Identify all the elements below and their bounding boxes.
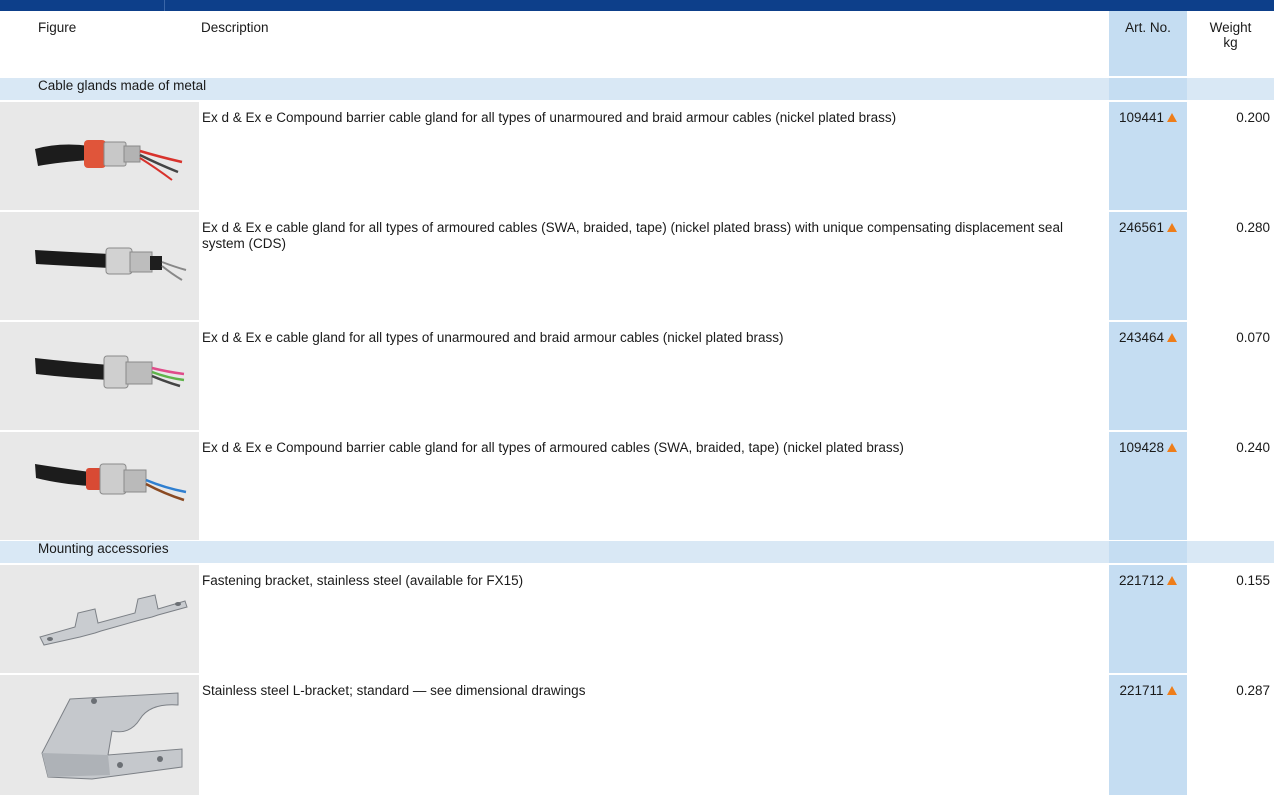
art-number-cell: 221711: [1109, 673, 1187, 795]
header-bar: [0, 0, 1274, 11]
art-number: 243464: [1118, 330, 1165, 345]
triangle-marker-icon: [1167, 113, 1178, 122]
art-number-cell: 243464: [1109, 320, 1187, 431]
art-number: 109428: [1118, 440, 1165, 455]
row-weight: 0.155: [1187, 563, 1274, 674]
product-table-page: Figure Description Art. No. Weight kg Ca…: [0, 0, 1274, 795]
l-bracket-icon: [41, 692, 183, 780]
art-number: 221712: [1118, 573, 1165, 588]
row-weight: 0.240: [1187, 430, 1274, 541]
row-description: Stainless steel L-bracket; standard — se…: [199, 673, 1109, 795]
figure-cell: [0, 563, 199, 674]
section-row-cable-glands: Cable glands made of metal: [0, 76, 1274, 101]
art-number-cell: 109441: [1109, 100, 1187, 211]
table-row: Fastening bracket, stainless steel (avai…: [0, 563, 1274, 674]
cable-gland-unarmoured-icon: [35, 355, 185, 389]
art-number: 246561: [1118, 220, 1165, 235]
figure-cell: [0, 210, 199, 321]
row-weight: 0.200: [1187, 100, 1274, 211]
art-number: 221711: [1119, 683, 1164, 698]
art-number-cell: 109428: [1109, 430, 1187, 541]
table-row: Ex d & Ex e Compound barrier cable gland…: [0, 100, 1274, 211]
header-weight-label: Weight: [1209, 20, 1252, 35]
cable-gland-armoured-icon: [35, 247, 187, 281]
row-description: Ex d & Ex e cable gland for all types of…: [199, 320, 1109, 431]
header-weight-unit: kg: [1223, 35, 1238, 50]
triangle-marker-icon: [1167, 333, 1178, 342]
row-description: Fastening bracket, stainless steel (avai…: [199, 563, 1109, 674]
header-description: Description: [199, 11, 1109, 78]
table-row: Ex d & Ex e cable gland for all types of…: [0, 320, 1274, 431]
table-header-row: Figure Description Art. No. Weight kg: [0, 11, 1274, 78]
row-weight: 0.287: [1187, 673, 1274, 795]
triangle-marker-icon: [1166, 686, 1177, 695]
fastening-bracket-icon: [39, 594, 188, 646]
cable-gland-compound-icon: [35, 463, 187, 502]
row-description: Ex d & Ex e cable gland for all types of…: [199, 210, 1109, 321]
row-weight: 0.280: [1187, 210, 1274, 321]
section-title: Mounting accessories: [0, 540, 1109, 564]
table-row: Ex d & Ex e Compound barrier cable gland…: [0, 430, 1274, 541]
art-number-cell: 246561: [1109, 210, 1187, 321]
triangle-marker-icon: [1167, 223, 1178, 232]
art-number: 109441: [1118, 110, 1165, 125]
row-description: Ex d & Ex e Compound barrier cable gland…: [199, 100, 1109, 211]
header-art-no: Art. No.: [1109, 11, 1187, 78]
row-description: Ex d & Ex e Compound barrier cable gland…: [199, 430, 1109, 541]
figure-cell: [0, 320, 199, 431]
header-weight: Weight kg: [1187, 11, 1274, 78]
figure-cell: [0, 100, 199, 211]
header-figure: Figure: [0, 11, 199, 78]
section-title: Cable glands made of metal: [0, 76, 1109, 101]
art-number-cell: 221712: [1109, 563, 1187, 674]
section-row-mounting-accessories: Mounting accessories: [0, 540, 1274, 564]
cable-gland-red-icon: [35, 140, 183, 181]
table-row: Stainless steel L-bracket; standard — se…: [0, 673, 1274, 795]
product-table: Figure Description Art. No. Weight kg Ca…: [0, 11, 1274, 795]
triangle-marker-icon: [1167, 443, 1178, 452]
figure-cell: [0, 673, 199, 795]
row-weight: 0.070: [1187, 320, 1274, 431]
figure-cell: [0, 430, 199, 541]
table-row: Ex d & Ex e cable gland for all types of…: [0, 210, 1274, 321]
triangle-marker-icon: [1167, 576, 1178, 585]
